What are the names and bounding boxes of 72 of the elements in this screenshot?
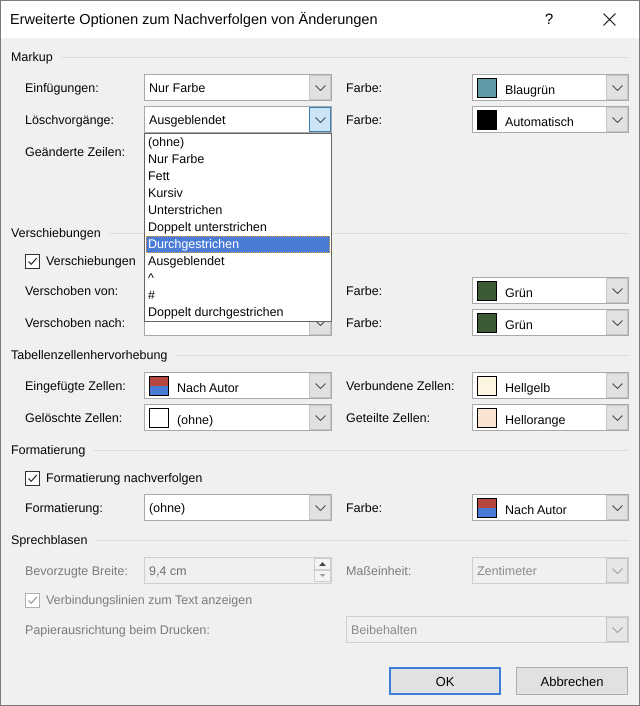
chevron-icon xyxy=(612,288,622,294)
list-option[interactable]: ^ xyxy=(146,270,330,287)
dropdown[interactable]: Automatisch xyxy=(472,106,629,133)
chevron-icon xyxy=(612,568,622,574)
list-option[interactable]: Nur Farbe xyxy=(146,151,330,168)
field-label: Bevorzugte Breite: xyxy=(25,564,129,578)
chevron-icon xyxy=(612,320,622,326)
list-option[interactable]: Unterstrichen xyxy=(146,202,330,219)
field-label: Verschoben von: xyxy=(25,284,120,298)
checkbox-label: Formatierung nachverfolgen xyxy=(46,471,202,485)
dropdown[interactable]: Hellorange xyxy=(472,404,629,431)
field-label: Löschvorgänge: xyxy=(25,112,115,126)
field-label: Geteilte Zellen: xyxy=(346,410,432,424)
spin-arrows-icon[interactable] xyxy=(314,558,331,583)
list-option[interactable]: Doppelt unterstrichen xyxy=(146,219,330,236)
field-label: Verbundene Zellen: xyxy=(346,378,456,392)
dropdown[interactable]: (ohne) xyxy=(144,404,332,431)
section-heading: Sprechblasen xyxy=(11,533,88,547)
chevron-icon xyxy=(314,504,326,510)
list-option[interactable]: Ausgeblendet xyxy=(146,253,330,270)
field-label: Papierausrichtung beim Drucken: xyxy=(25,622,211,636)
chevron-icon xyxy=(612,504,622,510)
checkbox-label: Verschiebungen xyxy=(46,254,136,268)
checkbox[interactable] xyxy=(25,254,40,268)
dropdown[interactable]: Nach Autor xyxy=(144,372,332,399)
chevron-icon xyxy=(612,382,622,388)
dropdown[interactable]: Grün xyxy=(472,277,629,304)
dropdown[interactable]: Hellgelb xyxy=(472,372,629,399)
dropdown[interactable]: Nach Autor xyxy=(472,494,629,521)
field-label: Maßeinheit: xyxy=(346,564,412,578)
chevron-icon xyxy=(314,320,326,326)
field-label: Gelöschte Zellen: xyxy=(25,410,124,424)
chevron-icon xyxy=(612,116,622,122)
close-icon[interactable] xyxy=(602,13,616,26)
help-button[interactable]: ? xyxy=(519,11,579,28)
chevron-icon xyxy=(612,414,622,420)
field-label: Formatierung: xyxy=(25,500,104,514)
section-heading: Verschiebungen xyxy=(11,226,101,240)
field-label: Farbe: xyxy=(346,500,384,514)
chevron-icon xyxy=(314,84,326,90)
section-heading: Tabellenzellenhervorhebung xyxy=(11,348,168,362)
field-label: Verschoben nach: xyxy=(25,316,126,330)
dropdown[interactable]: Blaugrün xyxy=(472,74,629,101)
window-title: Erweiterte Optionen zum Nachverfolgen von Änderungen xyxy=(9,12,379,28)
field-label: Einfügungen: xyxy=(25,80,100,94)
field-label: Geänderte Zeilen: xyxy=(25,144,126,158)
chevron-icon xyxy=(314,414,326,420)
dropdown[interactable]: (ohne) xyxy=(144,494,332,521)
list-option[interactable]: Fett xyxy=(146,168,330,185)
checkbox[interactable] xyxy=(25,470,40,486)
field-label: Farbe: xyxy=(346,316,384,330)
field-label: Farbe: xyxy=(346,284,384,298)
list-option[interactable]: Doppelt durchgestrichen xyxy=(146,304,330,321)
chevron-icon xyxy=(314,382,326,388)
list-option[interactable]: # xyxy=(146,287,330,304)
chevron-icon xyxy=(314,116,326,122)
checkbox-label: Verbindungslinien zum Text anzeigen xyxy=(46,593,252,607)
section-heading: Formatierung xyxy=(11,443,86,457)
dialog-button[interactable]: OK xyxy=(389,667,501,695)
field-label: Farbe: xyxy=(346,80,384,94)
dropdown[interactable]: Nur Farbe xyxy=(144,74,332,101)
dropdown[interactable]: Ausgeblendet xyxy=(144,106,332,133)
chevron-icon xyxy=(612,626,622,632)
section-heading: Markup xyxy=(11,50,53,64)
dialog-button[interactable]: Abbrechen xyxy=(516,667,628,695)
field-label: Eingefügte Zellen: xyxy=(25,378,127,392)
list-option[interactable]: (ohne) xyxy=(146,134,330,151)
chevron-icon xyxy=(612,84,622,90)
field-label: Farbe: xyxy=(346,112,384,126)
list-option[interactable]: Durchgestrichen xyxy=(146,236,330,253)
dropdown[interactable]: Grün xyxy=(472,309,629,336)
list-option[interactable]: Kursiv xyxy=(146,185,330,202)
